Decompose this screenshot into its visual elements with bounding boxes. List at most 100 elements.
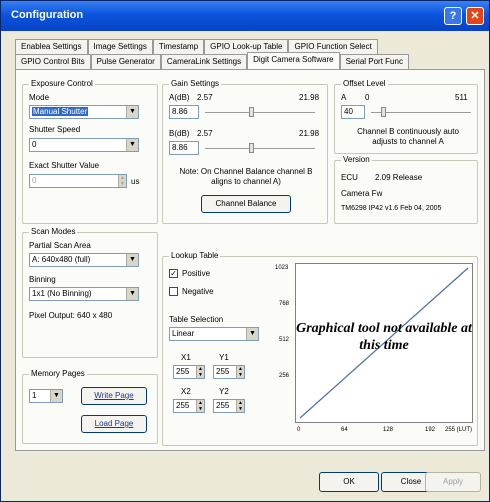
- x-tick: 0: [297, 427, 301, 433]
- lookup-table-group: Lookup Table ✓ Positive Negative Table S…: [162, 251, 478, 446]
- x-tick: 192: [425, 427, 436, 433]
- offset-a-slider-thumb[interactable]: [381, 107, 386, 117]
- y-tick: 1023: [275, 265, 289, 271]
- exact-shutter-spinner[interactable]: 0 ▲ ▼: [29, 174, 127, 188]
- configuration-window: Configuration ? ✕ Enablea Settings Image…: [0, 0, 490, 502]
- version-legend: Version: [341, 155, 372, 164]
- gain-b-slider-thumb[interactable]: [249, 143, 254, 153]
- y2-spinner[interactable]: 255 ▲ ▼: [213, 399, 245, 413]
- gain-b-slider[interactable]: [205, 148, 315, 150]
- y-tick: 768: [279, 301, 290, 307]
- channel-balance-button[interactable]: Channel Balance: [201, 195, 291, 213]
- table-selection-label: Table Selection: [169, 315, 224, 324]
- tab-gpio-control[interactable]: GPIO Control Bits: [15, 54, 91, 70]
- gain-note: Note: On Channel Balance channel B align…: [179, 167, 313, 186]
- partial-scan-select[interactable]: A: 640x480 (full) ▼: [29, 253, 139, 267]
- positive-label: Positive: [182, 269, 211, 278]
- ok-button[interactable]: OK: [319, 472, 379, 492]
- title-bar: Configuration ? ✕: [1, 1, 489, 31]
- gain-a-input[interactable]: 8.86: [169, 105, 199, 119]
- memory-page-value: 1: [32, 391, 37, 400]
- close-window-button[interactable]: ✕: [466, 7, 484, 25]
- ecu-label: ECU: [341, 173, 358, 182]
- x2-label: X2: [181, 387, 191, 396]
- exact-shutter-label: Exact Shutter Value: [29, 161, 100, 170]
- exact-shutter-unit: us: [131, 177, 140, 186]
- y-tick: 256: [279, 373, 290, 379]
- y1-label: Y1: [219, 353, 229, 362]
- write-page-button[interactable]: Write Page: [81, 387, 147, 405]
- pixel-output: Pixel Output: 640 x 480: [29, 311, 113, 320]
- camera-fw-label: Camera Fw: [341, 189, 383, 198]
- spinner-arrows-icon: ▲ ▼: [236, 366, 244, 378]
- x-tick: 255 (LUT): [445, 427, 473, 433]
- offset-a-min: 0: [365, 93, 370, 102]
- mode-value: Manual Shutter: [32, 107, 89, 116]
- gain-a-slider-thumb[interactable]: [249, 107, 254, 117]
- shutter-label: Shutter Speed: [29, 125, 81, 134]
- help-button[interactable]: ?: [444, 7, 462, 25]
- tab-pulse-generator[interactable]: Pulse Generator: [90, 54, 161, 70]
- scan-modes-group: Scan Modes Partial Scan Area A: 640x480 …: [22, 227, 158, 358]
- x1-label: X1: [181, 353, 191, 362]
- gain-a-slider[interactable]: [205, 112, 315, 114]
- window-title: Configuration: [11, 9, 84, 21]
- gain-b-max: 21.98: [299, 129, 320, 138]
- tab-image-settings[interactable]: Image Settings: [87, 39, 153, 55]
- chevron-down-icon: ▼: [126, 106, 138, 118]
- negative-label: Negative: [182, 287, 214, 296]
- y2-label: Y2: [219, 387, 229, 396]
- positive-checkbox[interactable]: ✓: [169, 269, 178, 278]
- mode-label: Mode: [29, 93, 50, 102]
- y1-spinner[interactable]: 255 ▲ ▼: [213, 365, 245, 379]
- shutter-select[interactable]: 0 ▼: [29, 138, 139, 152]
- chevron-down-icon: ▼: [246, 328, 258, 340]
- tab-serial-port[interactable]: Serial Port Func: [339, 54, 409, 70]
- chevron-down-icon: ▼: [126, 254, 138, 266]
- tab-timestamp[interactable]: Timestamp: [152, 39, 205, 55]
- binning-value: 1x1 (No Binning): [32, 289, 92, 298]
- version-group: Version ECU 2.09 Release Camera Fw TM629…: [334, 155, 478, 224]
- memory-legend: Memory Pages: [29, 369, 87, 378]
- offset-a-input[interactable]: 40: [341, 105, 365, 119]
- exposure-legend: Exposure Control: [29, 79, 95, 88]
- gain-b-input[interactable]: 8.86: [169, 141, 199, 155]
- shutter-value: 0: [32, 140, 37, 149]
- tab-enablea-settings[interactable]: Enablea Settings: [15, 39, 88, 55]
- gain-b-min: 2.57: [197, 129, 213, 138]
- x-tick: 64: [341, 427, 348, 433]
- exposure-group: Exposure Control Mode Manual Shutter ▼ S…: [22, 79, 158, 224]
- gain-a-label: A(dB): [169, 93, 190, 102]
- scan-legend: Scan Modes: [29, 227, 78, 236]
- offset-note: Channel B continuously auto adjusts to c…: [357, 127, 459, 146]
- x2-value: 255: [176, 401, 190, 410]
- binning-label: Binning: [29, 275, 56, 284]
- gain-a-min: 2.57: [197, 93, 213, 102]
- tab-digit-camera-software[interactable]: Digit Camera Software: [247, 52, 340, 70]
- lut-graph: Graphical tool not available at this tim…: [295, 263, 473, 423]
- exact-shutter-value: 0: [32, 176, 37, 185]
- table-selection-select[interactable]: Linear ▼: [169, 327, 259, 341]
- chevron-down-icon: ▼: [50, 390, 62, 402]
- x2-spinner[interactable]: 255 ▲ ▼: [173, 399, 205, 413]
- mode-select[interactable]: Manual Shutter ▼: [29, 105, 139, 119]
- load-page-button[interactable]: Load Page: [81, 415, 147, 433]
- camera-fw-value: TM6298 IP42 v1.6 Feb 04, 2005: [341, 205, 442, 212]
- offset-group: Offset Level A 0 511 40 Channel B contin…: [334, 79, 478, 154]
- apply-button[interactable]: Apply: [425, 472, 481, 492]
- offset-a-slider[interactable]: [371, 112, 471, 114]
- lut-legend: Lookup Table: [169, 251, 221, 260]
- x1-spinner[interactable]: 255 ▲ ▼: [173, 365, 205, 379]
- offset-a-max: 511: [455, 93, 468, 102]
- gain-a-max: 21.98: [299, 93, 320, 102]
- y2-value: 255: [216, 401, 230, 410]
- gain-group: Gain Settings A(dB) 2.57 21.98 8.86 B(dB…: [162, 79, 328, 224]
- offset-a-label: A: [341, 93, 347, 102]
- tab-panel: Exposure Control Mode Manual Shutter ▼ S…: [15, 69, 485, 451]
- memory-page-select[interactable]: 1 ▼: [29, 389, 63, 403]
- spinner-arrows-icon: ▲ ▼: [196, 366, 204, 378]
- binning-select[interactable]: 1x1 (No Binning) ▼: [29, 287, 139, 301]
- negative-checkbox[interactable]: [169, 287, 178, 296]
- y1-value: 255: [216, 367, 230, 376]
- tab-cameralink[interactable]: CameraLink Settings: [160, 54, 248, 70]
